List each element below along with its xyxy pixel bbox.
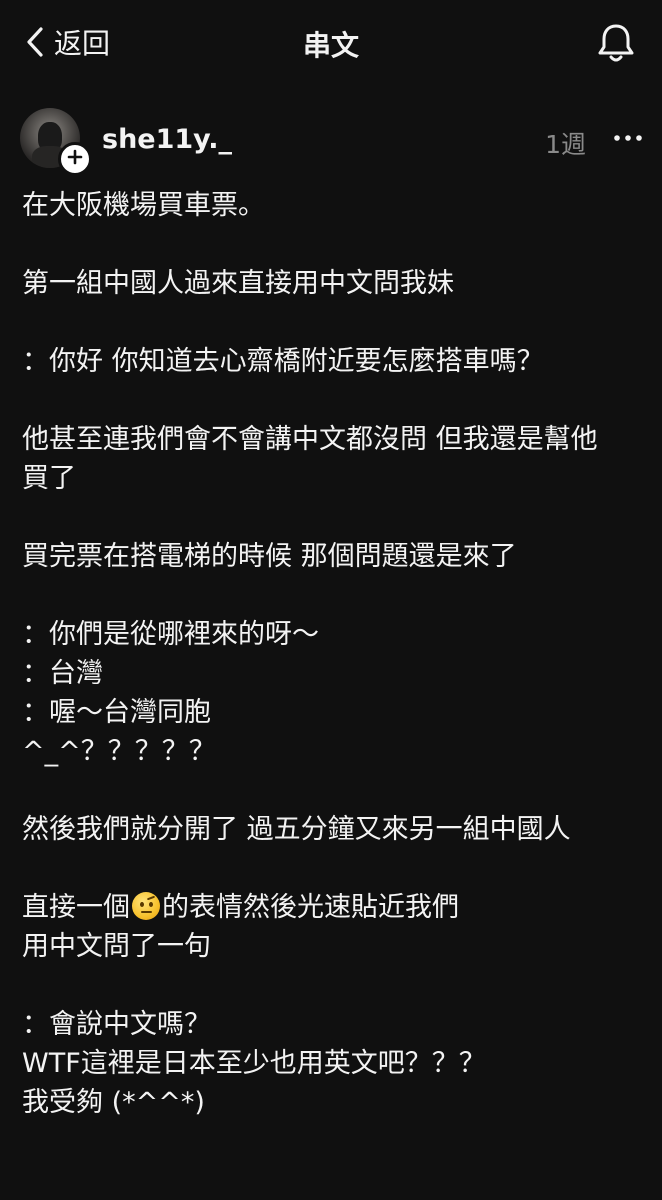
post-line: ：你好 你知道去心齋橋附近要怎麼搭車嗎？ xyxy=(22,346,544,377)
username[interactable]: she11y._ xyxy=(102,124,232,155)
post-line-with-emoji: 直接一個 的表情然後光速貼近我們 xyxy=(22,888,642,927)
post-line-prefix: 直接一個 xyxy=(22,892,130,923)
post-line: 買完票在搭電梯的時候 那個問題還是來了 xyxy=(22,541,517,572)
post-line: WTF這裡是日本至少也用英文吧？？？ xyxy=(22,1048,486,1079)
post-line: ：台灣 xyxy=(22,658,103,689)
more-horizontal-icon xyxy=(614,131,642,150)
post-timestamp: 1週 xyxy=(545,130,586,159)
follow-button[interactable] xyxy=(58,142,92,176)
post-line: 然後我們就分開了 過五分鐘又來另一組中國人 xyxy=(22,814,571,845)
post-line: 第一組中國人過來直接用中文問我妹 xyxy=(22,268,454,299)
plus-icon xyxy=(67,149,83,169)
post-line: ^_^？？？？？ xyxy=(22,736,216,767)
post-line-suffix: 的表情然後光速貼近我們 xyxy=(162,892,459,923)
bell-icon xyxy=(596,24,636,70)
post-line: 用中文問了一句 xyxy=(22,931,211,962)
post-line: ：你們是從哪裡來的呀～ xyxy=(22,619,319,650)
post-line: 我受夠 (*^^*) xyxy=(22,1087,205,1118)
post-header: she11y._ 1週 xyxy=(20,108,642,176)
post-line: 買了 xyxy=(22,463,76,494)
post-line: 他甚至連我們會不會講中文都沒問 但我還是幫他 xyxy=(22,424,598,455)
post-line: ：喔～台灣同胞 xyxy=(22,697,211,728)
post-body: 在大阪機場買車票。 第一組中國人過來直接用中文問我妹 ：你好 你知道去心齋橋附近… xyxy=(22,186,642,1122)
post-line: 在大阪機場買車票。 xyxy=(22,190,265,221)
raised-eyebrow-emoji xyxy=(132,892,160,920)
top-navigation-bar: 返回 串文 xyxy=(0,0,662,90)
page-title: 串文 xyxy=(302,29,359,62)
notifications-button[interactable] xyxy=(596,22,636,66)
post-line: ：會說中文嗎？ xyxy=(22,1009,211,1040)
more-options-button[interactable] xyxy=(614,130,642,146)
